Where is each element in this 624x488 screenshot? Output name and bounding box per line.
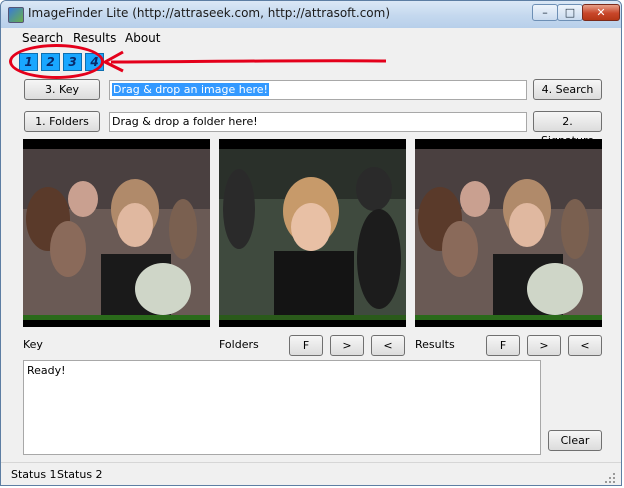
- folder-image-panel[interactable]: [219, 139, 406, 327]
- key-image-input-value: Drag & drop an image here!: [112, 83, 269, 96]
- signature-button[interactable]: 2. Signature: [533, 111, 602, 147]
- title-bar[interactable]: ImageFinder Lite (http://attraseek.com, …: [1, 1, 621, 29]
- key-button[interactable]: 3. Key: [24, 79, 100, 100]
- app-icon: [8, 7, 24, 23]
- folder-image: [219, 139, 406, 327]
- results-first-button[interactable]: F: [486, 335, 520, 356]
- log-text: Ready!: [27, 364, 66, 377]
- key-image-panel[interactable]: [23, 139, 210, 327]
- folders-prev-button[interactable]: <: [371, 335, 405, 356]
- maximize-button[interactable]: □: [557, 4, 583, 21]
- results-next-button[interactable]: >: [527, 335, 561, 356]
- menu-bar: Search Results About: [1, 28, 621, 48]
- menu-about[interactable]: About: [125, 31, 160, 45]
- result-image: [415, 139, 602, 327]
- folders-next-button[interactable]: >: [330, 335, 364, 356]
- status-1: Status 1: [11, 468, 57, 481]
- annotation-arrow-icon: [103, 50, 387, 73]
- status-bar: Status 1 Status 2: [1, 462, 621, 485]
- status-2: Status 2: [57, 468, 103, 481]
- window-title: ImageFinder Lite (http://attraseek.com, …: [28, 6, 391, 20]
- key-label: Key: [23, 338, 43, 351]
- folders-first-button[interactable]: F: [289, 335, 323, 356]
- folder-input[interactable]: Drag & drop a folder here!: [109, 112, 527, 132]
- result-image-panel[interactable]: [415, 139, 602, 327]
- log-textarea[interactable]: Ready!: [23, 360, 541, 455]
- results-label: Results: [415, 338, 455, 351]
- key-image-input[interactable]: Drag & drop an image here!: [109, 80, 527, 100]
- menu-results[interactable]: Results: [73, 31, 116, 45]
- minimize-button[interactable]: –: [532, 4, 558, 21]
- app-window: ImageFinder Lite (http://attraseek.com, …: [0, 0, 622, 486]
- search-button[interactable]: 4. Search: [533, 79, 602, 100]
- folders-label: Folders: [219, 338, 259, 351]
- resize-grip-icon[interactable]: [605, 473, 615, 483]
- results-prev-button[interactable]: <: [568, 335, 602, 356]
- annotation-circle: [9, 44, 104, 79]
- folder-input-value: Drag & drop a folder here!: [112, 115, 258, 128]
- menu-search[interactable]: Search: [22, 31, 63, 45]
- close-button[interactable]: ✕: [582, 4, 620, 21]
- key-image: [23, 139, 210, 327]
- folders-button[interactable]: 1. Folders: [24, 111, 100, 132]
- clear-button[interactable]: Clear: [548, 430, 602, 451]
